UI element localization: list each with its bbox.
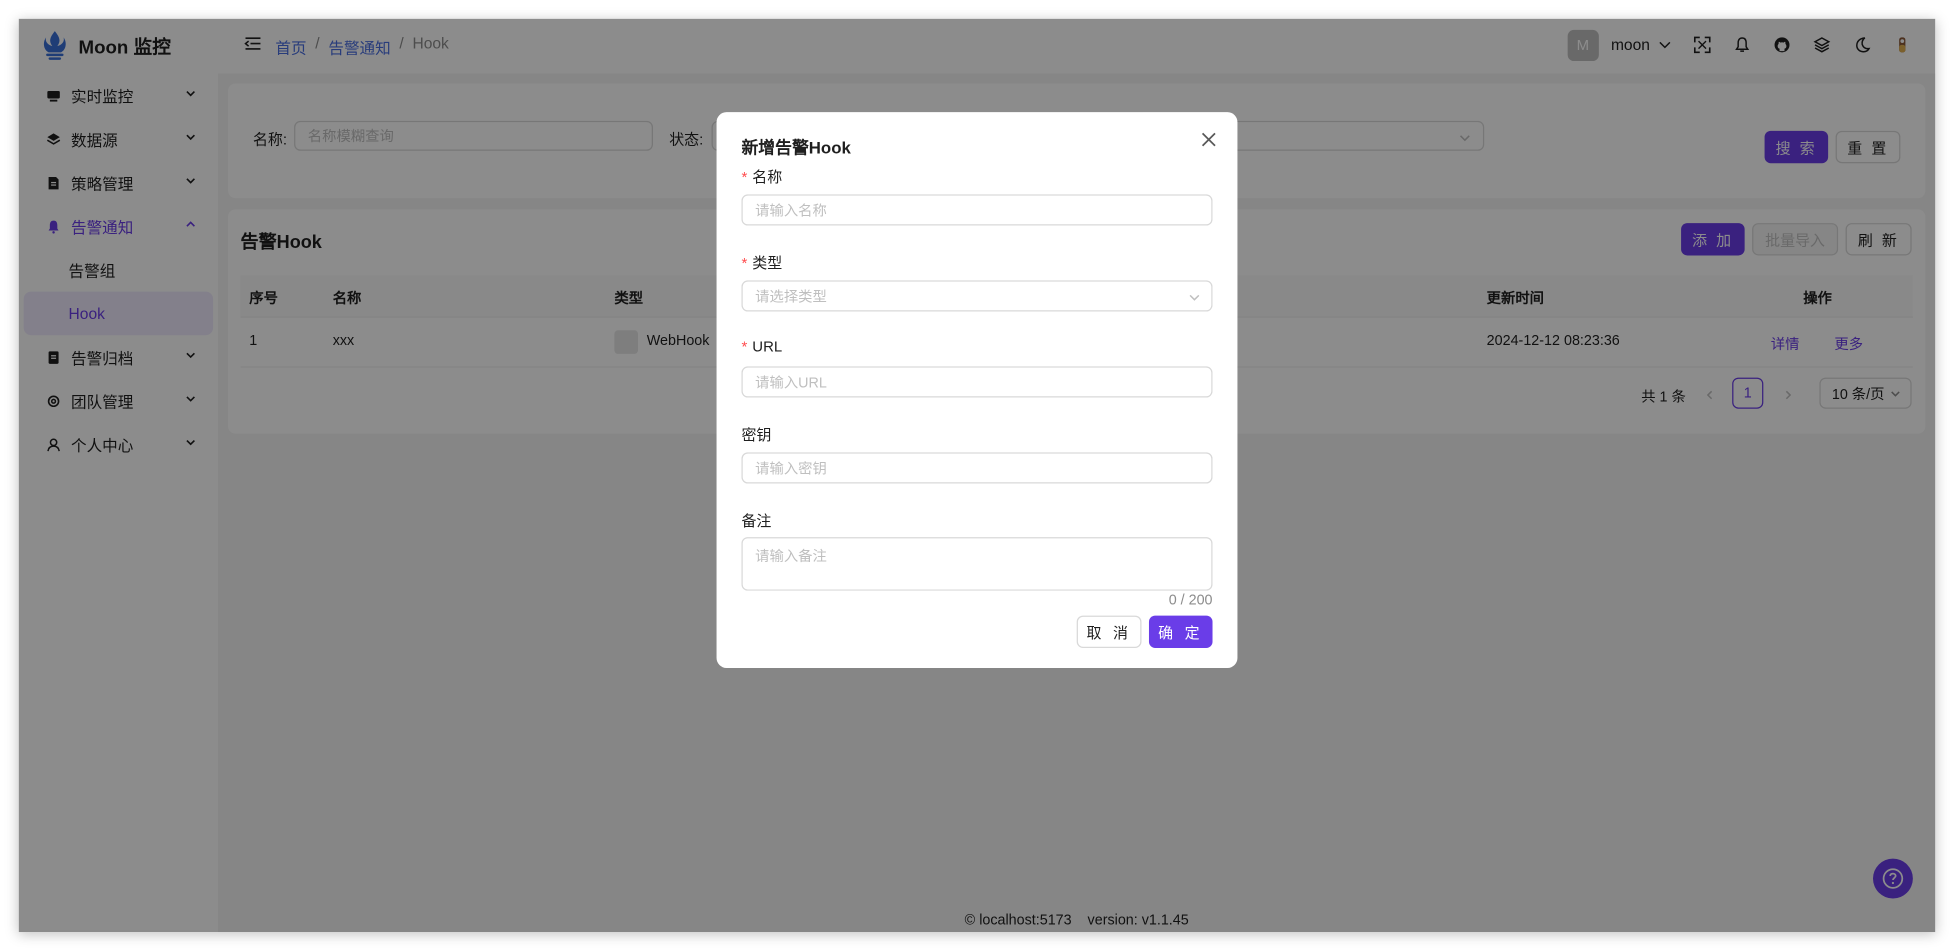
name-input[interactable]: 请输入名称 xyxy=(741,194,1213,226)
cancel-button[interactable]: 取 消 xyxy=(1076,615,1142,649)
close-icon[interactable] xyxy=(1200,131,1217,148)
modal-title: 新增告警Hook xyxy=(741,138,851,158)
type-select-placeholder: 请选择类型 xyxy=(755,289,827,305)
confirm-button[interactable]: 确 定 xyxy=(1148,615,1213,649)
url-input[interactable]: 请输入URL xyxy=(741,366,1213,398)
add-hook-modal: 新增告警Hook * 名称 请输入名称 * 类型 请选择类型 * URL 请输入URL… xyxy=(716,112,1238,668)
remark-label: 备注 xyxy=(741,512,772,530)
type-select[interactable]: 请选择类型 xyxy=(741,280,1213,312)
secret-label: 密钥 xyxy=(741,426,772,444)
type-label: * 类型 xyxy=(741,254,783,272)
required-mark: * xyxy=(741,168,748,186)
name-label: * 名称 xyxy=(741,168,783,186)
url-label: * URL xyxy=(741,337,783,356)
chevron-down-icon xyxy=(1189,294,1200,301)
remark-char-count: 0 / 200 xyxy=(1168,593,1213,609)
secret-input[interactable]: 请输入密钥 xyxy=(741,452,1213,484)
required-mark: * xyxy=(741,254,748,272)
remark-textarea[interactable]: 请输入备注 xyxy=(741,537,1213,591)
required-mark: * xyxy=(741,337,748,356)
